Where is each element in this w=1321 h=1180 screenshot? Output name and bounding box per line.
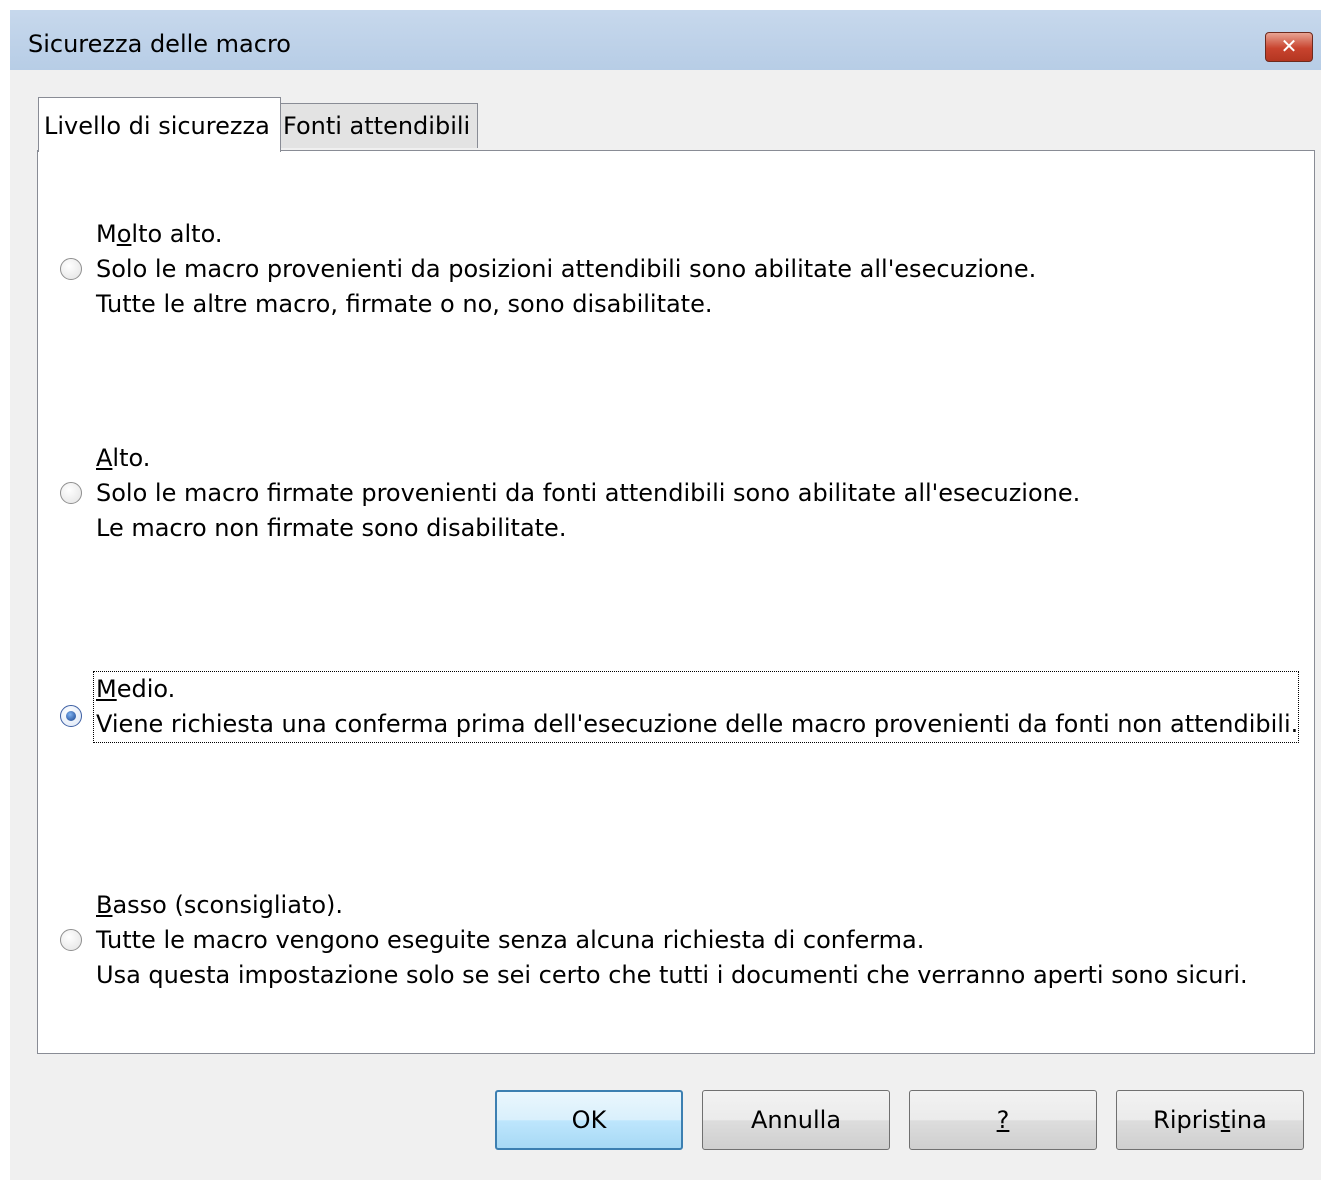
option-high-label[interactable]: Alto. Solo le macro firmate provenienti … xyxy=(96,441,1080,546)
radio-selected-dot xyxy=(66,711,76,721)
option-description-line: Solo le macro provenienti da posizioni a… xyxy=(96,255,1037,283)
radio-low[interactable] xyxy=(60,929,82,951)
radio-high[interactable] xyxy=(60,482,82,504)
reset-button[interactable]: Ripristina xyxy=(1116,1090,1304,1150)
cancel-button[interactable]: Annulla xyxy=(702,1090,890,1150)
option-description-line: Solo le macro firmate provenienti da fon… xyxy=(96,479,1081,507)
help-button[interactable]: ? xyxy=(909,1090,1097,1150)
option-title: Basso (sconsigliato). xyxy=(96,891,343,919)
option-title: Medio. xyxy=(96,675,176,703)
dialog-title: Sicurezza delle macro xyxy=(28,30,291,58)
tab-label: Fonti attendibili xyxy=(283,112,471,140)
radio-very-high[interactable] xyxy=(60,258,82,280)
option-description-line: Tutte le altre macro, firmate o no, sono… xyxy=(96,290,713,318)
option-description-line: Usa questa impostazione solo se sei cert… xyxy=(96,961,1248,989)
dialog-body: Livello di sicurezza Fonti attendibili M… xyxy=(10,70,1321,1180)
close-button[interactable]: ✕ xyxy=(1265,32,1313,62)
macro-security-dialog: Sicurezza delle macro ✕ Livello di sicur… xyxy=(10,10,1321,1180)
option-medium-label[interactable]: Medio. Viene richiesta una conferma prim… xyxy=(93,671,1300,743)
tab-trusted-sources[interactable]: Fonti attendibili xyxy=(280,103,478,148)
security-level-panel: Molto alto. Solo le macro provenienti da… xyxy=(37,150,1315,1054)
option-description-line: Le macro non firmate sono disabilitate. xyxy=(96,514,567,542)
option-title: Alto. xyxy=(96,444,151,472)
option-low-label[interactable]: Basso (sconsigliato). Tutte le macro ven… xyxy=(96,888,1248,993)
close-icon: ✕ xyxy=(1280,34,1298,58)
title-bar: Sicurezza delle macro ✕ xyxy=(10,10,1321,70)
option-title: Molto alto. xyxy=(96,220,223,248)
radio-medium[interactable] xyxy=(60,705,82,727)
option-description-line: Viene richiesta una conferma prima dell'… xyxy=(96,710,1299,738)
tab-security-level[interactable]: Livello di sicurezza xyxy=(38,97,281,152)
tab-label: Livello di sicurezza xyxy=(44,112,270,140)
option-very-high-label[interactable]: Molto alto. Solo le macro provenienti da… xyxy=(96,217,1036,322)
option-description-line: Tutte le macro vengono eseguite senza al… xyxy=(96,926,925,954)
ok-button[interactable]: OK xyxy=(495,1090,683,1150)
